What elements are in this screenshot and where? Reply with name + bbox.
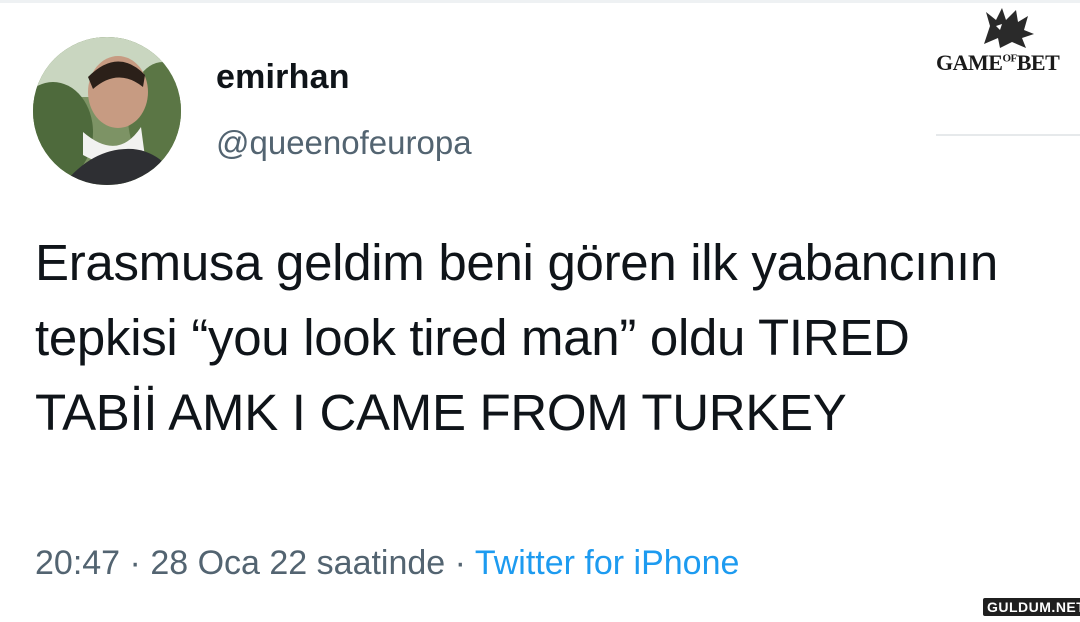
tweet-source[interactable]: Twitter for iPhone: [475, 544, 740, 582]
tweet-text: Erasmusa geldim beni gören ilk yabancını…: [35, 234, 998, 441]
avatar-photo: [33, 37, 181, 185]
tweet-date[interactable]: 28 Oca 22 saatinde: [150, 544, 445, 582]
user-handle[interactable]: @queenofeuropa: [216, 124, 472, 162]
avatar[interactable]: [33, 37, 181, 185]
logo-text-end: BET: [1016, 50, 1060, 75]
tweet-time[interactable]: 20:47: [35, 544, 120, 582]
site-watermark: GULDUM.NET: [983, 598, 1080, 616]
meta-separator: ·: [454, 544, 466, 582]
tweet-meta: 20:47 · 28 Oca 22 saatinde · Twitter for…: [35, 544, 739, 583]
top-divider: [0, 0, 1080, 3]
meta-separator: ·: [129, 544, 141, 582]
logo-text-small: OF: [1002, 52, 1017, 65]
wolf-emblem-icon: [984, 8, 1034, 48]
watermark-logo: GAMEOFBET: [936, 4, 1080, 84]
logo-divider: [936, 134, 1080, 136]
display-name[interactable]: emirhan: [216, 58, 350, 97]
logo-wordmark: GAMEOFBET: [936, 50, 1080, 76]
logo-text-main: GAME: [936, 50, 1003, 75]
